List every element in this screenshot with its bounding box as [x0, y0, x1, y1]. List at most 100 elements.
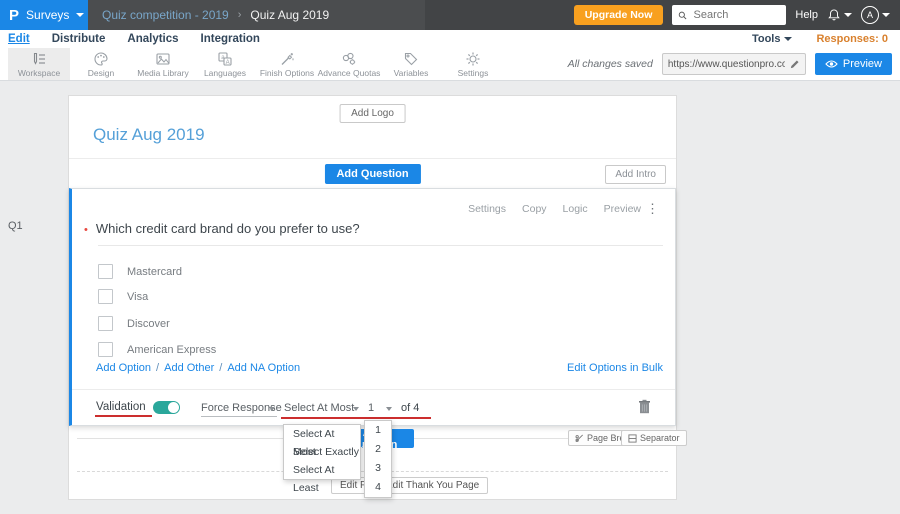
kebab-menu-icon[interactable]: ⋮ — [646, 201, 659, 217]
trash-icon — [639, 399, 650, 414]
quota-links-icon — [342, 52, 356, 65]
breadcrumb-separator: › — [237, 9, 242, 21]
gear-icon — [466, 52, 480, 65]
search-input[interactable] — [691, 8, 781, 22]
tools-label: Tools — [751, 33, 781, 45]
toolbar-item-finish-options[interactable]: Finish Options — [256, 48, 318, 80]
product-label: Surveys — [26, 8, 70, 22]
toolbar-item-design[interactable]: Design — [70, 48, 132, 80]
option-label[interactable]: Discover — [127, 318, 170, 330]
question-copy-link[interactable]: Copy — [522, 203, 547, 215]
validation-rule-dropdown[interactable]: Select At Most — [284, 402, 354, 414]
separator-button[interactable]: Separator — [621, 430, 687, 446]
force-response-underline — [201, 416, 277, 417]
add-intro-button[interactable]: Add Intro — [605, 165, 666, 184]
option-checkbox[interactable] — [98, 342, 113, 357]
toolbar-item-variables[interactable]: Variables — [380, 48, 442, 80]
answer-option-row: Visa — [98, 289, 148, 304]
breadcrumb-current: Quiz Aug 2019 — [250, 8, 330, 22]
responses-count[interactable]: Responses: 0 — [816, 33, 888, 45]
chevron-down-icon[interactable] — [353, 407, 359, 411]
option-checkbox[interactable] — [98, 264, 113, 279]
divider — [69, 158, 676, 159]
survey-title[interactable]: Quiz Aug 2019 — [93, 125, 205, 145]
chevron-down-icon[interactable] — [386, 407, 392, 411]
question-number-label: Q1 — [8, 220, 23, 232]
toolbar-right: All changes saved https://www.questionpr… — [568, 48, 900, 80]
question-underline — [98, 245, 663, 246]
option-label[interactable]: Visa — [127, 291, 148, 303]
tab-distribute[interactable]: Distribute — [52, 33, 106, 45]
toolbar-item-languages[interactable]: aA Languages — [194, 48, 256, 80]
add-option-link[interactable]: Add Option — [96, 362, 151, 374]
add-question-button[interactable]: Add Question — [324, 164, 421, 184]
tab-edit[interactable]: Edit — [8, 33, 30, 45]
question-text-row: • Which credit card brand do you prefer … — [84, 221, 360, 236]
question-logic-link[interactable]: Logic — [563, 203, 588, 215]
page-break-icon — [575, 434, 583, 442]
svg-text:A: A — [226, 60, 230, 66]
menu-item-count-3[interactable]: 3 — [365, 459, 391, 478]
menu-item-select-at-most[interactable]: Select At Most — [284, 425, 360, 458]
toolbar-item-label: Design — [87, 67, 115, 78]
link-separator: / — [219, 362, 223, 374]
validation-label: Validation — [96, 401, 146, 413]
questionpro-app: P Surveys Quiz competition - 2019 › Quiz… — [0, 0, 900, 514]
search-box[interactable] — [672, 5, 787, 25]
validation-count-dropdown[interactable]: 1 — [368, 402, 374, 414]
preview-button[interactable]: Preview — [814, 53, 892, 75]
question-block: Settings Copy Logic Preview ⋮ • Which cr… — [69, 188, 676, 426]
chevron-down-icon[interactable] — [269, 407, 275, 411]
bell-icon — [828, 9, 840, 21]
notifications-menu[interactable] — [827, 8, 852, 22]
toolbar-item-settings[interactable]: Settings — [442, 48, 504, 80]
top-bar: P Surveys Quiz competition - 2019 › Quiz… — [0, 0, 900, 30]
surveys-product-menu[interactable]: P Surveys — [0, 0, 88, 30]
menu-item-select-at-least[interactable]: Select At Least — [284, 461, 360, 494]
edit-url-pencil-icon[interactable] — [789, 59, 800, 70]
option-checkbox[interactable] — [98, 316, 113, 331]
translate-icon: aA — [218, 51, 232, 66]
divider — [72, 389, 675, 390]
toolbar-item-workspace[interactable]: Workspace — [8, 48, 70, 80]
add-option-links: Add Option / Add Other / Add NA Option — [96, 362, 300, 374]
survey-url-field[interactable]: https://www.questionpro.com/t/APNrFZ — [661, 53, 806, 75]
save-status: All changes saved — [567, 58, 653, 70]
toolbar-item-advance-quotas[interactable]: Advance Quotas — [318, 48, 380, 80]
tab-integration[interactable]: Integration — [201, 33, 260, 45]
red-annotation-underline — [281, 417, 431, 419]
menu-item-count-1[interactable]: 1 — [365, 421, 391, 440]
question-preview-link[interactable]: Preview — [604, 203, 641, 215]
validation-toggle[interactable] — [153, 401, 180, 414]
add-other-link[interactable]: Add Other — [164, 362, 214, 374]
separator-label: Separator — [640, 433, 680, 443]
chevron-down-icon — [76, 13, 85, 17]
delete-question-button[interactable] — [638, 399, 651, 419]
account-menu[interactable]: A — [861, 6, 890, 24]
topbar-right-controls: Upgrade Now Help A — [573, 5, 900, 25]
validation-rule-dropdown-menu: Select At Most Select Exactly Select At … — [283, 424, 361, 494]
question-text[interactable]: Which credit card brand do you prefer to… — [96, 221, 360, 236]
image-icon — [156, 52, 170, 65]
chevron-down-icon — [784, 37, 793, 41]
add-logo-button[interactable]: Add Logo — [339, 104, 406, 123]
option-label[interactable]: Mastercard — [127, 266, 182, 278]
breadcrumb-parent-link[interactable]: Quiz competition - 2019 — [102, 8, 229, 22]
toolbar-item-media-library[interactable]: Media Library — [132, 48, 194, 80]
add-na-option-link[interactable]: Add NA Option — [227, 362, 300, 374]
preview-label: Preview — [842, 58, 882, 70]
help-link[interactable]: Help — [795, 9, 818, 21]
upgrade-now-button[interactable]: Upgrade Now — [573, 5, 664, 25]
chevron-down-icon — [844, 13, 852, 17]
option-checkbox[interactable] — [98, 289, 113, 304]
edit-thank-you-page-button[interactable]: Edit Thank You Page — [377, 477, 489, 494]
option-label[interactable]: American Express — [127, 344, 216, 356]
palette-icon — [94, 51, 108, 66]
menu-item-count-4[interactable]: 4 — [365, 478, 391, 497]
menu-item-count-2[interactable]: 2 — [365, 440, 391, 459]
menu-item-select-exactly[interactable]: Select Exactly — [284, 443, 360, 461]
edit-options-in-bulk-link[interactable]: Edit Options in Bulk — [567, 362, 663, 374]
tools-menu[interactable]: Tools — [752, 33, 793, 45]
tab-analytics[interactable]: Analytics — [127, 33, 178, 45]
question-settings-link[interactable]: Settings — [468, 203, 506, 215]
